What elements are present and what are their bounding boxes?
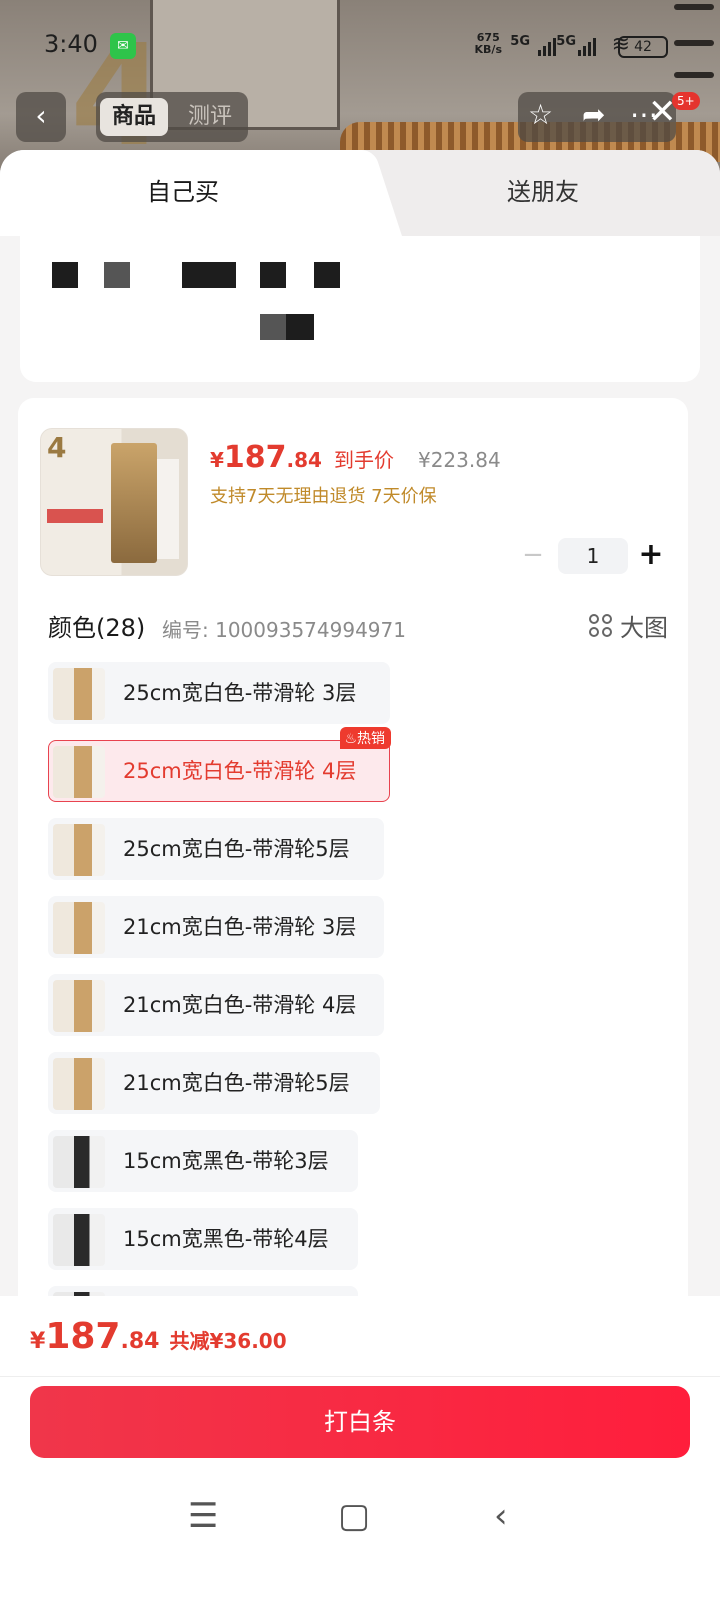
option-label: 25cm宽白色-带滑轮5层 <box>123 837 350 861</box>
thumb-number: 4 <box>47 431 67 464</box>
sim2-label: 5G <box>556 34 576 49</box>
option-label: 25cm宽白色-带滑轮 3层 <box>123 681 357 705</box>
quantity-stepper: − 1 + <box>518 536 668 576</box>
option-label: 15cm宽黑色-带轮3层 <box>123 1149 329 1173</box>
color-option[interactable]: 15cm宽黑色-带轮4层 <box>48 1208 358 1270</box>
message-badge: 5+ <box>672 92 700 110</box>
tab-send-friend[interactable]: 送朋友 <box>366 150 720 236</box>
tab-review[interactable]: 测评 <box>176 98 244 136</box>
sku-number: 编号: 100093574994971 <box>162 618 406 642</box>
status-bar: 3:40 ✉ 675 KB/s 5G 5G ≋ 42 <box>44 30 680 62</box>
redacted-block <box>182 262 236 288</box>
total-currency: ¥ <box>30 1329 46 1354</box>
product-thumbnail[interactable]: 4 <box>40 428 188 576</box>
thumb-cabinet-side <box>157 459 179 559</box>
sheet-tabs: 送朋友 自己买 <box>0 150 720 236</box>
chevron-left-icon: ‹ <box>35 99 47 132</box>
color-option[interactable]: 25cm宽白色-带滑轮 3层 <box>48 662 390 724</box>
return-policy: 支持7天无理由退货 7天价保 <box>210 486 437 507</box>
redacted-block <box>104 262 130 288</box>
share-icon[interactable]: ➦ <box>582 98 605 131</box>
option-thumbnail <box>53 980 105 1032</box>
price-integer: 187 <box>223 440 287 475</box>
option-thumbnail <box>53 1058 105 1110</box>
option-thumbnail <box>53 824 105 876</box>
status-time: 3:40 <box>44 30 98 58</box>
pay-button[interactable]: 打白条 <box>30 1386 690 1458</box>
top-tabs: 商品 测评 <box>96 92 248 142</box>
price-currency: ¥ <box>210 448 224 472</box>
color-title: 颜色(28) <box>48 614 146 642</box>
grid-icon <box>589 614 612 637</box>
color-option[interactable]: 21cm宽白色-带滑轮5层 <box>48 1052 380 1114</box>
signal-icon-2 <box>578 36 596 56</box>
net-speed: 675 KB/s <box>474 31 502 56</box>
checkout-footer: ¥ 187 .84 共减¥36.00 打白条 ☰ ▢ ‹ <box>0 1296 720 1600</box>
option-label: 21cm宽白色-带滑轮 4层 <box>123 993 357 1017</box>
signal-icon <box>538 36 556 56</box>
option-thumbnail <box>53 1136 105 1188</box>
big-image-button[interactable]: 大图 <box>589 608 668 643</box>
redacted-block <box>260 262 286 288</box>
price-label: 到手价 <box>333 448 394 472</box>
battery-icon: 42 <box>618 36 668 58</box>
increase-button[interactable]: + <box>634 536 668 576</box>
option-label: 25cm宽白色-带滑轮 4层 <box>123 759 357 783</box>
option-label: 21cm宽白色-带滑轮5层 <box>123 1071 350 1095</box>
option-label: 21cm宽白色-带滑轮 3层 <box>123 915 357 939</box>
fire-icon: ♨ <box>344 731 357 747</box>
color-header: 颜色(28) 编号: 100093574994971 大图 <box>48 606 668 646</box>
redacted-block <box>314 262 340 288</box>
color-option[interactable]: 21cm宽白色-带滑轮 4层 <box>48 974 384 1036</box>
decrease-button[interactable]: − <box>518 536 548 576</box>
product-card: 4 ¥ 187 .84 到手价 ¥223.84 支持7天无理由退货 7天价保 −… <box>18 398 688 1398</box>
color-option[interactable]: 15cm宽黑色-带轮3层 <box>48 1130 358 1192</box>
home-icon[interactable]: ▢ <box>338 1496 370 1536</box>
color-option[interactable]: 21cm宽白色-带滑轮 3层 <box>48 896 384 958</box>
back-button[interactable]: ‹ <box>16 92 66 142</box>
back-icon[interactable]: ‹ <box>494 1496 508 1536</box>
address-card[interactable] <box>20 236 700 382</box>
big-image-label: 大图 <box>620 614 668 642</box>
redacted-block <box>286 314 314 340</box>
color-option-selected[interactable]: 25cm宽白色-带滑轮 4层 ♨热销 <box>48 727 391 802</box>
price-line: ¥ 187 .84 到手价 ¥223.84 <box>210 440 501 475</box>
hot-sale-badge: ♨热销 <box>340 727 391 749</box>
tab-buy-self[interactable]: 自己买 <box>0 150 366 236</box>
wechat-icon: ✉ <box>110 33 136 59</box>
color-option[interactable]: 25cm宽白色-带滑轮5层 <box>48 818 384 880</box>
star-icon[interactable]: ☆ <box>528 98 553 131</box>
total-saving: 共减¥36.00 <box>169 1329 287 1353</box>
thumb-cabinet <box>111 443 157 563</box>
original-price: ¥223.84 <box>417 448 501 472</box>
total-price: ¥ 187 .84 共减¥36.00 <box>30 1316 287 1357</box>
total-decimal: .84 <box>120 1329 160 1354</box>
redacted-block <box>260 314 286 340</box>
quantity-field[interactable]: 1 <box>558 538 628 574</box>
tab-product[interactable]: 商品 <box>100 98 168 136</box>
price-decimal: .84 <box>286 448 322 472</box>
option-thumbnail <box>53 668 105 720</box>
option-thumbnail <box>53 1214 105 1266</box>
option-label: 15cm宽黑色-带轮4层 <box>123 1227 329 1251</box>
sim1-label: 5G <box>510 34 530 49</box>
divider <box>0 1376 720 1377</box>
thumb-note <box>47 509 103 523</box>
option-thumbnail <box>53 902 105 954</box>
total-integer: 187 <box>45 1316 121 1357</box>
system-nav-bar: ☰ ▢ ‹ <box>0 1496 720 1556</box>
redacted-block <box>52 262 78 288</box>
menu-icon[interactable]: ☰ <box>188 1496 218 1536</box>
option-thumbnail <box>53 746 105 798</box>
